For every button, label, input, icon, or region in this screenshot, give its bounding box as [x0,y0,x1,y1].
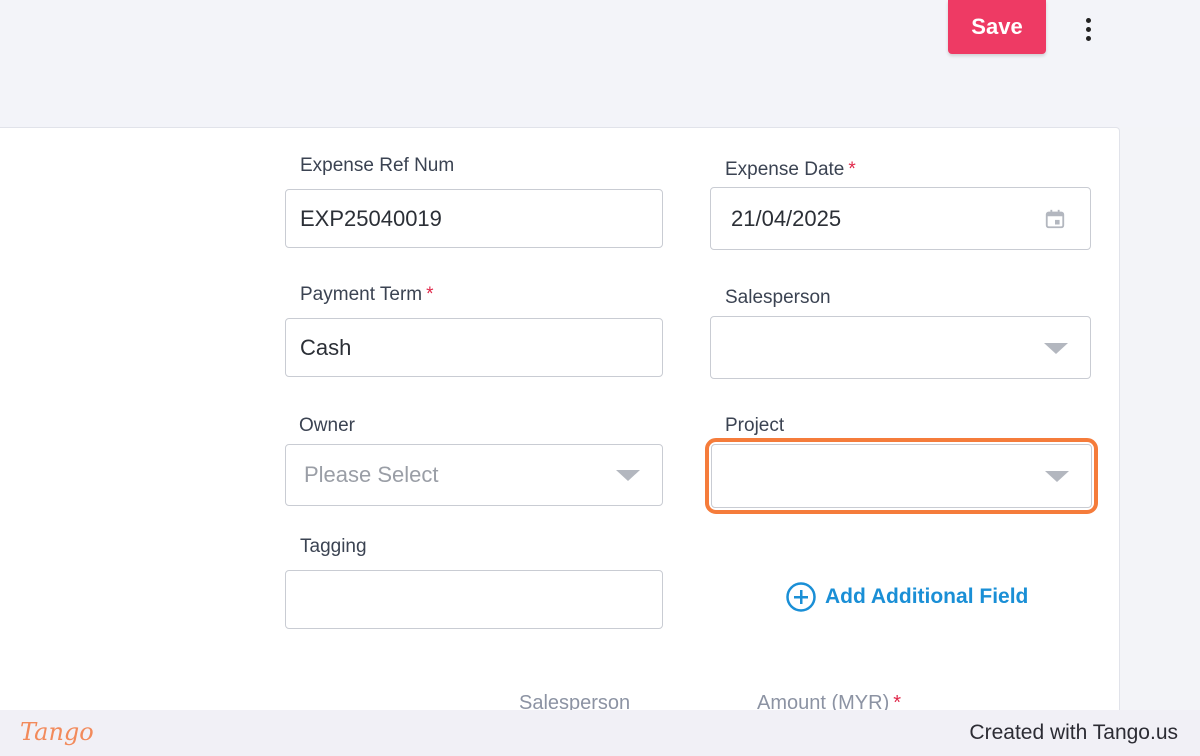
salesperson-label: Salesperson [725,287,831,309]
salesperson-select[interactable] [710,316,1091,379]
expense-ref-field[interactable]: EXP25040019 [285,189,663,248]
calendar-icon[interactable] [1044,208,1066,230]
owner-placeholder: Please Select [304,462,439,487]
expense-date-field[interactable]: 21/04/2025 [710,187,1091,250]
expense-date-value: 21/04/2025 [731,205,842,231]
save-button[interactable]: Save [948,0,1046,54]
payment-term-value: Cash [300,334,352,360]
payment-term-field[interactable]: Cash [285,318,663,377]
project-label-text: Project [725,415,785,436]
created-with-text: Created with Tango.us [969,721,1178,744]
expense-ref-label-text: Expense Ref Num [300,155,455,176]
owner-label-text: Owner [299,415,355,436]
tango-logo: Tango [20,718,94,746]
required-mark: * [426,284,434,305]
owner-select[interactable]: Please Select [285,444,663,506]
owner-label: Owner [299,415,355,437]
salesperson-label-text: Salesperson [725,287,831,308]
chevron-down-icon [1044,342,1068,354]
chevron-down-icon [1045,471,1069,482]
payment-term-label-text: Payment Term [300,284,423,305]
payment-term-label: Payment Term * [300,284,434,306]
required-mark: * [848,159,856,180]
plus-circle-icon [786,582,816,612]
kebab-menu-icon[interactable] [1076,12,1100,46]
add-additional-field-label: Add Additional Field [825,585,1029,608]
expense-date-label: Expense Date * [725,159,856,181]
chevron-down-icon [616,470,640,481]
top-bar: Save [0,0,1200,127]
project-label: Project [725,415,784,437]
expense-ref-value: EXP25040019 [300,205,442,231]
tango-footer: Tango Created with Tango.us [0,710,1200,756]
project-select[interactable] [711,444,1092,508]
tagging-label-text: Tagging [300,536,367,557]
tagging-field[interactable] [285,570,663,629]
expense-date-label-text: Expense Date [725,159,845,180]
tagging-label: Tagging [300,536,367,558]
expense-ref-label: Expense Ref Num [300,155,454,177]
add-additional-field-button[interactable]: Add Additional Field [785,581,1028,613]
